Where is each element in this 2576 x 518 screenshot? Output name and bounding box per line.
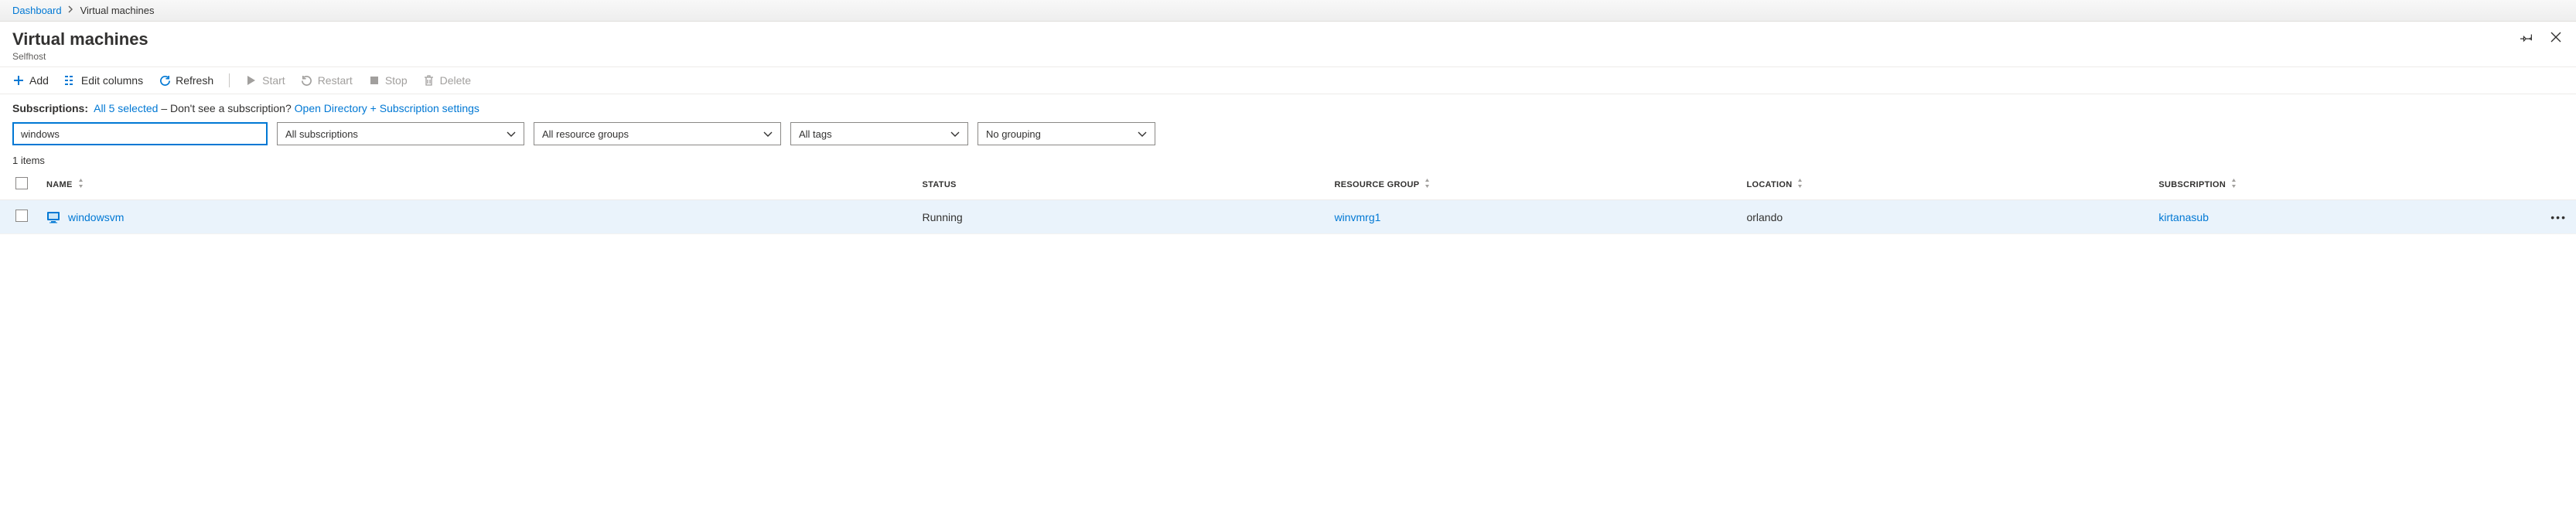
subscription-link[interactable]: kirtanasub <box>2158 211 2209 223</box>
pin-icon[interactable] <box>2519 29 2534 45</box>
col-header-status-label: Status <box>923 180 957 189</box>
chevron-down-icon <box>950 128 960 140</box>
row-checkbox[interactable] <box>15 210 28 222</box>
ellipsis-icon: ••• <box>2550 211 2567 223</box>
refresh-button[interactable]: Refresh <box>159 74 213 87</box>
select-all-checkbox[interactable] <box>15 177 28 189</box>
edit-columns-label: Edit columns <box>81 74 143 87</box>
restart-label: Restart <box>318 74 353 87</box>
sort-icon <box>1796 179 1803 190</box>
delete-label: Delete <box>440 74 471 87</box>
tags-filter[interactable]: All tags <box>790 122 968 145</box>
breadcrumb: Dashboard Virtual machines <box>0 0 2576 22</box>
vm-table: Name Status Resource group Location <box>0 169 2576 234</box>
col-header-name[interactable]: Name <box>37 169 913 200</box>
columns-icon <box>64 74 77 87</box>
col-header-resource-group[interactable]: Resource group <box>1325 169 1737 200</box>
select-all-header <box>0 169 37 200</box>
col-header-name-label: Name <box>46 180 73 189</box>
cell-location: orlando <box>1737 200 2149 234</box>
edit-columns-button[interactable]: Edit columns <box>64 74 143 87</box>
restart-button[interactable]: Restart <box>301 74 353 87</box>
subscriptions-label: Subscriptions: <box>12 102 88 114</box>
resource-group-link[interactable]: winvmrg1 <box>1334 211 1380 223</box>
col-header-location[interactable]: Location <box>1737 169 2149 200</box>
stop-label: Stop <box>385 74 408 87</box>
subscriptions-mid-text: – Don't see a subscription? <box>161 102 294 114</box>
page-header: Virtual machines Selfhost <box>0 22 2576 66</box>
add-button[interactable]: Add <box>12 74 49 87</box>
plus-icon <box>12 74 25 87</box>
tags-filter-value: All tags <box>799 128 832 140</box>
search-input[interactable] <box>12 122 268 145</box>
header-actions <box>2519 29 2564 45</box>
sort-icon <box>1424 179 1431 190</box>
page-title: Virtual machines <box>12 29 148 49</box>
sort-icon <box>77 179 84 190</box>
col-header-subscription[interactable]: Subscription <box>2149 169 2537 200</box>
col-header-status[interactable]: Status <box>913 169 1326 200</box>
col-header-sub-label: Subscription <box>2158 180 2226 189</box>
refresh-icon <box>159 74 171 87</box>
grouping-filter-value: No grouping <box>986 128 1041 140</box>
restart-icon <box>301 74 313 87</box>
title-group: Virtual machines Selfhost <box>12 29 148 62</box>
cell-status: Running <box>913 200 1326 234</box>
close-icon[interactable] <box>2548 29 2564 45</box>
delete-button[interactable]: Delete <box>423 74 471 87</box>
row-more-button[interactable]: ••• <box>2537 200 2576 234</box>
stop-icon <box>368 74 380 87</box>
resource-group-filter[interactable]: All resource groups <box>534 122 781 145</box>
toolbar-separator <box>229 73 230 87</box>
breadcrumb-root-link[interactable]: Dashboard <box>12 5 62 16</box>
add-label: Add <box>29 74 49 87</box>
subscription-filter-value: All subscriptions <box>285 128 358 140</box>
page-subtitle: Selfhost <box>12 51 148 62</box>
table-row[interactable]: windowsvm Running winvmrg1 orlando kirta… <box>0 200 2576 234</box>
stop-button[interactable]: Stop <box>368 74 408 87</box>
chevron-down-icon <box>1138 128 1147 140</box>
vm-name-link[interactable]: windowsvm <box>68 211 124 223</box>
col-header-loc-label: Location <box>1746 180 1792 189</box>
resource-group-filter-value: All resource groups <box>542 128 629 140</box>
items-count: 1 items <box>0 152 2576 169</box>
grouping-filter[interactable]: No grouping <box>978 122 1155 145</box>
col-header-actions <box>2537 169 2576 200</box>
play-icon <box>245 74 258 87</box>
start-label: Start <box>262 74 285 87</box>
sort-icon <box>2230 179 2237 190</box>
filters-row: All subscriptions All resource groups Al… <box>0 114 2576 152</box>
col-header-rg-label: Resource group <box>1334 180 1419 189</box>
vm-icon <box>46 210 60 224</box>
directory-settings-link[interactable]: Open Directory + Subscription settings <box>295 102 479 114</box>
command-bar: Add Edit columns Refresh Start Restart S… <box>0 66 2576 94</box>
breadcrumb-current: Virtual machines <box>80 5 155 16</box>
subscriptions-selected-link[interactable]: All 5 selected <box>94 102 158 114</box>
start-button[interactable]: Start <box>245 74 285 87</box>
refresh-label: Refresh <box>176 74 213 87</box>
subscriptions-bar: Subscriptions: All 5 selected – Don't se… <box>0 94 2576 114</box>
chevron-down-icon <box>763 128 773 140</box>
trash-icon <box>423 74 435 87</box>
chevron-down-icon <box>507 128 516 140</box>
subscription-filter[interactable]: All subscriptions <box>277 122 524 145</box>
chevron-right-icon <box>68 5 74 15</box>
